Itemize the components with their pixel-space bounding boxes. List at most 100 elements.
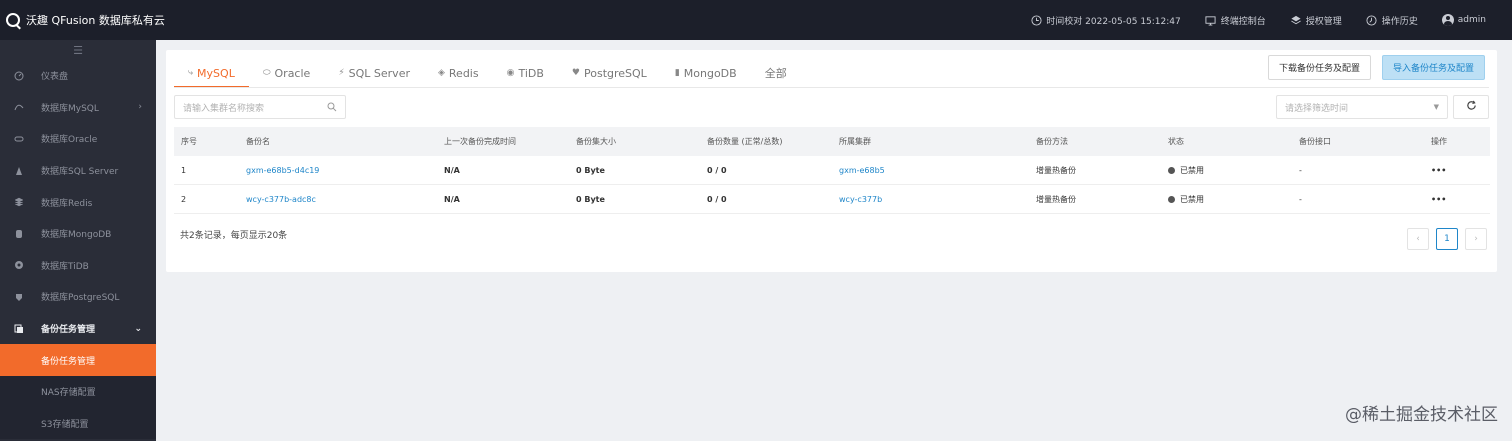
menu-icon: ☰ xyxy=(73,43,83,57)
dashboard-icon xyxy=(14,71,24,81)
layers-icon xyxy=(1290,14,1302,26)
tab-all[interactable]: 全部 xyxy=(751,58,801,88)
refresh-icon xyxy=(1466,100,1477,114)
status-dot-icon xyxy=(1168,166,1175,174)
sidebar-item-label: 数据库MongoDB xyxy=(41,230,112,241)
row-index: 1 xyxy=(181,165,187,175)
postgresql-icon xyxy=(14,292,24,302)
status-badge: 已禁用 xyxy=(1168,165,1204,176)
page-1-button[interactable]: 1 xyxy=(1436,228,1458,250)
sidebar-item-redis[interactable]: 数据库Redis xyxy=(0,186,156,218)
history-icon xyxy=(1366,14,1378,26)
sidebar-item-oracle[interactable]: 数据库Oracle xyxy=(0,123,156,155)
sidebar-subitem-nas-storage[interactable]: NAS存储配置 xyxy=(0,375,156,408)
oracle-icon: ⬭ xyxy=(262,68,271,78)
cluster-search-input[interactable]: 请输入集群名称搜索 xyxy=(174,95,346,119)
tab-mysql[interactable]: ⤷ MySQL xyxy=(174,58,249,88)
operation-history-label: 操作历史 xyxy=(1381,16,1418,27)
tab-label: 全部 xyxy=(764,67,787,80)
header-backup-count: 备份数量 (正常/总数) xyxy=(707,137,783,146)
tab-tidb[interactable]: ◉ TiDB xyxy=(493,58,558,88)
user-menu[interactable]: admin xyxy=(1441,14,1486,26)
backup-count: 0 / 0 xyxy=(707,165,727,175)
operation-history-item[interactable]: 操作历史 xyxy=(1366,14,1418,27)
row-index: 2 xyxy=(181,194,187,204)
status-badge: 已禁用 xyxy=(1168,194,1204,205)
prev-page-button[interactable]: ‹ xyxy=(1407,228,1429,250)
sidebar-item-label: S3存储配置 xyxy=(41,419,89,430)
tab-sqlserver[interactable]: ⚡ SQL Server xyxy=(324,58,424,88)
sidebar-item-label: 备份任务管理 xyxy=(41,325,96,336)
terminal-console-label: 终端控制台 xyxy=(1220,16,1266,27)
sidebar: ☰ 仪表盘 数据库MySQL › 数据库Oracle 数据库SQL Server… xyxy=(0,40,156,441)
tidb-icon: ◉ xyxy=(506,68,515,78)
sidebar-item-mysql[interactable]: 数据库MySQL › xyxy=(0,92,156,124)
terminal-console-item[interactable]: 终端控制台 xyxy=(1205,14,1266,27)
sidebar-item-postgresql[interactable]: 数据库PostgreSQL xyxy=(0,281,156,313)
backup-interface: - xyxy=(1299,194,1302,204)
sidebar-item-label: 数据库SQL Server xyxy=(41,167,119,178)
caret-down-icon: ▼ xyxy=(1433,103,1439,111)
mongodb-icon xyxy=(14,229,24,239)
sqlserver-icon xyxy=(14,166,24,176)
header-index: 序号 xyxy=(181,137,197,146)
download-backup-config-button[interactable]: 下载备份任务及配置 xyxy=(1268,55,1372,80)
more-actions-button[interactable]: ••• xyxy=(1431,166,1446,175)
tab-label: MongoDB xyxy=(683,66,737,80)
mysql-icon: ⤷ xyxy=(188,68,194,78)
cluster-link[interactable]: gxm-e68b5 xyxy=(839,166,885,175)
db-type-tabs: ⤷ MySQL ⬭ Oracle ⚡ SQL Server ◈ Redis ◉ … xyxy=(174,58,801,88)
top-bar-actions: 时间校对 2022-05-05 15:12:47 终端控制台 授权管理 操作历史… xyxy=(1030,0,1512,40)
chevron-down-icon: ⌄ xyxy=(134,323,142,334)
tab-postgresql[interactable]: ♥ PostgreSQL xyxy=(558,58,661,88)
username: admin xyxy=(1457,15,1486,25)
refresh-button[interactable] xyxy=(1453,95,1489,119)
search-placeholder: 请输入集群名称搜索 xyxy=(183,103,265,114)
cluster-link[interactable]: wcy-c377b xyxy=(839,195,882,204)
tab-redis[interactable]: ◈ Redis xyxy=(424,58,493,88)
sidebar-item-tidb[interactable]: 数据库TiDB xyxy=(0,250,156,282)
tab-mongodb[interactable]: ▮ MongoDB xyxy=(661,58,751,88)
sidebar-item-sqlserver[interactable]: 数据库SQL Server xyxy=(0,155,156,187)
status-text: 已禁用 xyxy=(1180,194,1204,204)
backup-interface: - xyxy=(1299,165,1302,175)
sidebar-collapse-toggle[interactable]: ☰ xyxy=(0,40,156,60)
main-panel: ⤷ MySQL ⬭ Oracle ⚡ SQL Server ◈ Redis ◉ … xyxy=(166,50,1497,272)
sidebar-item-mongodb[interactable]: 数据库MongoDB xyxy=(0,218,156,250)
header-backup-size: 备份集大小 xyxy=(576,137,616,146)
search-icon[interactable] xyxy=(327,102,337,112)
clock-icon xyxy=(1030,14,1042,26)
tidb-icon xyxy=(14,260,24,270)
backup-name-link[interactable]: gxm-e68b5-d4c19 xyxy=(246,166,319,175)
header-backup-interface: 备份接口 xyxy=(1299,137,1331,146)
table-row: 1 gxm-e68b5-d4c19 N/A 0 Byte 0 / 0 gxm-e… xyxy=(174,156,1490,185)
tab-label: PostgreSQL xyxy=(584,66,647,80)
last-backup-time: N/A xyxy=(444,165,460,175)
sidebar-group-backup[interactable]: 备份任务管理 ⌄ xyxy=(0,313,156,345)
sidebar-subitem-s3-storage[interactable]: S3存储配置 xyxy=(0,407,156,440)
record-summary: 共2条记录，每页显示20条 xyxy=(180,231,288,241)
backup-name-link[interactable]: wcy-c377b-adc8c xyxy=(246,195,316,204)
time-sync-item[interactable]: 时间校对 2022-05-05 15:12:47 xyxy=(1030,14,1181,27)
sqlserver-icon: ⚡ xyxy=(338,68,345,78)
next-page-button[interactable]: › xyxy=(1465,228,1487,250)
mysql-icon xyxy=(14,102,24,112)
license-management-label: 授权管理 xyxy=(1305,16,1342,27)
sidebar-item-label: 数据库Oracle xyxy=(41,135,98,146)
sidebar-item-dashboard[interactable]: 仪表盘 xyxy=(0,60,156,92)
header-backup-method: 备份方法 xyxy=(1036,137,1068,146)
brand[interactable]: 沃趣 QFusion 数据库私有云 xyxy=(0,12,165,28)
import-backup-config-button[interactable]: 导入备份任务及配置 xyxy=(1382,55,1486,80)
time-filter-placeholder: 请选择筛选时间 xyxy=(1285,103,1349,114)
backup-table: 序号 备份名 上一次备份完成时间 备份集大小 备份数量 (正常/总数) 所属集群… xyxy=(174,127,1490,214)
time-filter-select[interactable]: 请选择筛选时间 ▼ xyxy=(1276,95,1448,119)
sidebar-item-label: 数据库Redis xyxy=(41,198,93,209)
tab-label: SQL Server xyxy=(348,66,410,80)
table-header-row: 序号 备份名 上一次备份完成时间 备份集大小 备份数量 (正常/总数) 所属集群… xyxy=(174,127,1490,156)
header-status: 状态 xyxy=(1168,137,1184,146)
sidebar-subitem-backup-tasks[interactable]: 备份任务管理 xyxy=(0,344,156,376)
license-management-item[interactable]: 授权管理 xyxy=(1290,14,1342,27)
tab-oracle[interactable]: ⬭ Oracle xyxy=(249,58,324,88)
more-actions-button[interactable]: ••• xyxy=(1431,195,1446,204)
backup-icon xyxy=(14,324,24,334)
